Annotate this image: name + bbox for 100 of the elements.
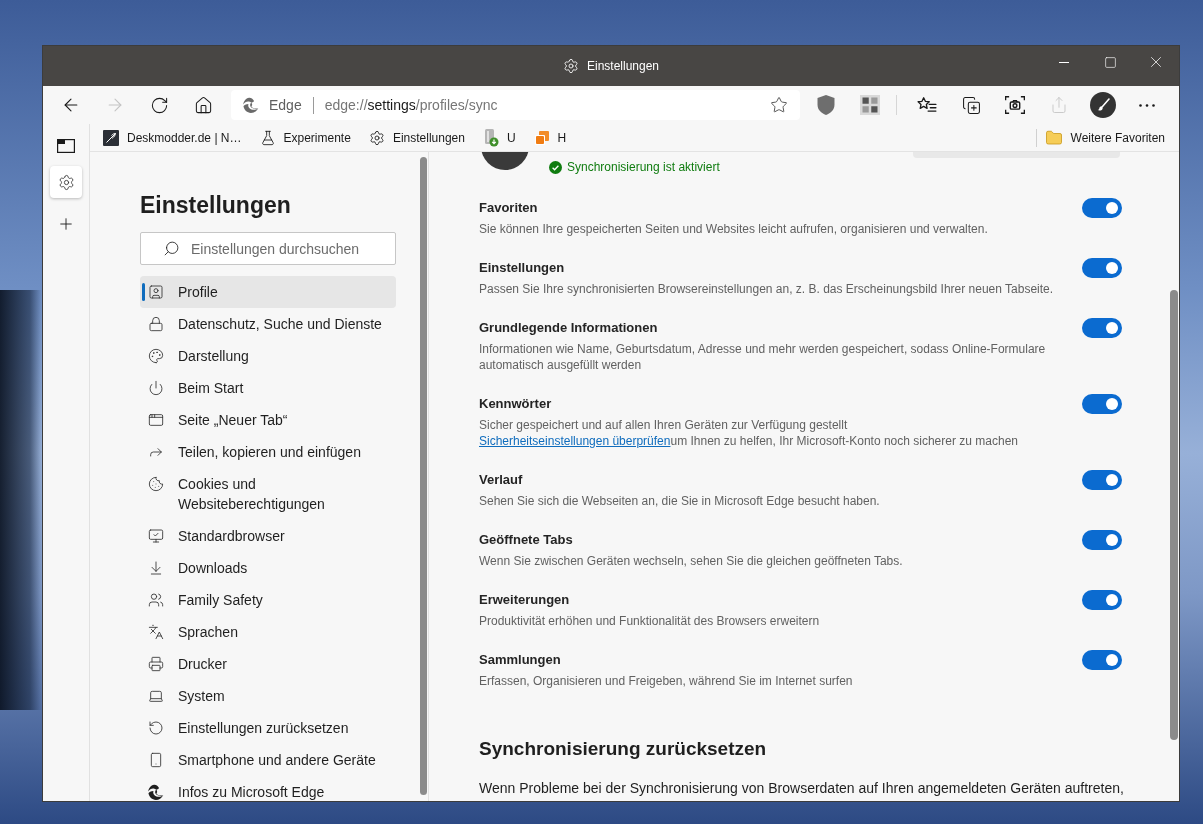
setting-description: Passen Sie Ihre synchronisierten Browsereinstellungen an, z. B. das Erscheinungsbild Ihrer neuen Tabseite. (479, 281, 1055, 297)
user-square-icon (148, 284, 164, 300)
favorite-link[interactable]: Deskmodder.de | N… (95, 125, 250, 150)
nav-item[interactable]: Datenschutz, Suche und Dienste (140, 308, 396, 340)
star-list-icon (917, 95, 937, 115)
sync-toggle[interactable] (1082, 650, 1122, 670)
home-icon (193, 95, 213, 115)
setting-description: Informationen wie Name, Geburtsdatum, Adresse und mehr werden gespeichert, sodass Online-Formulare automatisch ausgefüllt werden (479, 341, 1047, 373)
collections-icon (961, 95, 981, 115)
setting-title: Einstellungen (479, 259, 566, 277)
search-icon (163, 240, 180, 257)
browser-logo-icon (148, 784, 164, 800)
laptop-icon (148, 688, 164, 704)
settings-tab[interactable] (50, 166, 82, 198)
scrollbar-thumb[interactable] (1170, 290, 1178, 740)
sync-toggle[interactable] (1082, 530, 1122, 550)
scrollbar-thumb[interactable] (419, 157, 427, 795)
sync-toggle[interactable] (1082, 258, 1122, 278)
plus-icon (57, 215, 75, 233)
star-icon (770, 96, 788, 114)
flask-icon (259, 129, 276, 146)
power-icon (148, 380, 164, 396)
site-label: Edge (269, 97, 302, 113)
folder-icon (1044, 128, 1063, 147)
panel-icon (57, 139, 75, 153)
grid-icon (860, 95, 880, 115)
avatar-icon (1090, 92, 1116, 118)
nav-item[interactable]: Downloads (140, 552, 396, 584)
printer-icon (148, 656, 164, 672)
nav-item[interactable]: Darstellung (140, 340, 396, 372)
setting-title: Verlauf (479, 471, 524, 489)
window-icon (148, 412, 164, 428)
sync-toggle[interactable] (1082, 318, 1122, 338)
setting-title: Kennwörter (479, 395, 553, 413)
languages-icon (148, 624, 164, 640)
setting-description: Produktivität erhöhen und Funktionalität des Browsers erweitern (479, 613, 821, 629)
setting-title: Grundlegende Informationen (479, 319, 659, 337)
nav-item[interactable]: System (140, 680, 396, 712)
camera-frame-icon (1005, 95, 1025, 115)
download-icon (148, 560, 164, 576)
squares-icon (533, 129, 550, 146)
setting-description: Sicher gespeichert und auf allen Ihren Geräten zur Verfügung gestellt Sicherheitseinstellungen überprüfenum Ihnen zu helfen, Ihr Microsoft-Konto noch sicherer zu machen (479, 417, 1019, 449)
maximize-icon (1103, 55, 1117, 69)
nav-item[interactable]: Teilen, kopieren und einfügen (140, 436, 396, 468)
setting-title: Erweiterungen (479, 591, 571, 609)
nav-item[interactable]: Profile (140, 276, 396, 308)
favorite-link[interactable]: U (474, 125, 524, 150)
url-text: edge://settings/profiles/sync (324, 97, 498, 113)
palette-icon (148, 348, 164, 364)
settings-icon (57, 173, 75, 191)
window-title: Einstellungen (586, 59, 660, 73)
monitor-check-icon (148, 528, 164, 544)
nav-item[interactable]: Cookies und Websiteberechtigungen (140, 468, 396, 520)
nav-item[interactable]: Seite „Neuer Tab“ (140, 404, 396, 436)
sync-toggle[interactable] (1082, 470, 1122, 490)
shield-icon (817, 95, 835, 115)
nav-item[interactable]: Family Safety (140, 584, 396, 616)
smartphone-icon (148, 752, 164, 768)
nav-item[interactable]: Drucker (140, 648, 396, 680)
address-bar[interactable]: Edge edge://settings/profiles/sync (231, 90, 800, 120)
reset-icon (148, 720, 164, 736)
sidebar-title: Einstellungen (140, 191, 292, 219)
nav-item[interactable]: Infos zu Microsoft Edge (140, 776, 396, 801)
people-icon (148, 592, 164, 608)
share-icon (1050, 96, 1068, 114)
setting-description: Sehen Sie sich die Webseiten an, die Sie in Microsoft Edge besucht haben. (479, 493, 881, 509)
search-field[interactable]: Einstellungen durchsuchen (140, 232, 396, 265)
sync-toggle[interactable] (1082, 394, 1122, 414)
favorite-link[interactable]: H (525, 125, 575, 150)
setting-description: Wenn Sie zwischen Geräten wechseln, sehen Sie die gleichen geöffneten Tabs. (479, 553, 904, 569)
check-circle-icon (549, 160, 562, 174)
refresh-icon (149, 95, 169, 115)
nav-item[interactable]: Standardbrowser (140, 520, 396, 552)
setting-description: Sie können Ihre gespeicherten Seiten und Websites leicht aufrufen, organisieren und verwalten. (479, 221, 989, 237)
sync-toggle[interactable] (1082, 590, 1122, 610)
more-icon (1139, 103, 1155, 107)
nav-item[interactable]: Beim Start (140, 372, 396, 404)
settings-icon (368, 129, 385, 146)
nav-item[interactable]: Sprachen (140, 616, 396, 648)
sync-status: Synchronisierung ist aktiviert (567, 159, 720, 175)
nav-item[interactable]: Einstellungen zurücksetzen (140, 712, 396, 744)
browser-logo-icon (243, 97, 259, 113)
settings-icon (562, 58, 579, 74)
settings-link[interactable]: Sicherheitseinstellungen überprüfen (479, 434, 671, 448)
sync-toggle[interactable] (1082, 198, 1122, 218)
minimize-icon (1059, 61, 1069, 63)
setting-title: Geöffnete Tabs (479, 531, 574, 549)
extension-icon (482, 128, 499, 147)
setting-title: Sammlungen (479, 651, 562, 669)
favorite-link[interactable]: Einstellungen (360, 125, 473, 150)
setting-title: Favoriten (479, 199, 539, 217)
favorites-folder[interactable]: Weitere Favoriten (1036, 125, 1173, 150)
lock-icon (148, 316, 164, 332)
cookie-icon (148, 476, 164, 492)
section-heading: Synchronisierung zurücksetzen (479, 737, 768, 761)
favorite-link[interactable]: Experimente (251, 125, 359, 150)
feather-icon (103, 129, 119, 146)
section-text: Wenn Probleme bei der Synchronisierung von Browserdaten auf Ihren angemeldeten Geräten auftreten, (479, 779, 1122, 798)
nav-item[interactable]: Smartphone und andere Geräte (140, 744, 396, 776)
setting-description: Erfassen, Organisieren und Freigeben, während Sie im Internet surfen (479, 673, 854, 689)
